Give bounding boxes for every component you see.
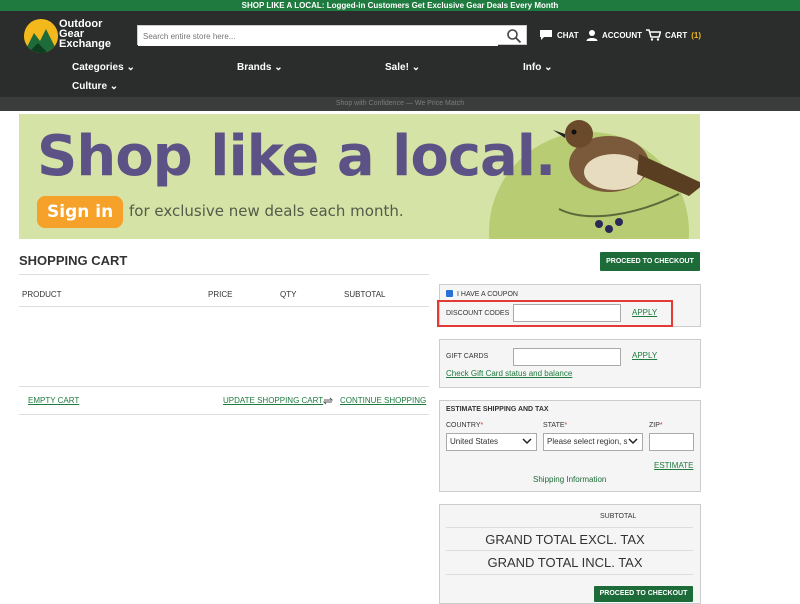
coupon-checkbox[interactable] xyxy=(446,290,453,303)
required-mark: * xyxy=(480,422,484,429)
totals-divider-2 xyxy=(446,550,693,551)
site-header: Outdoor Gear Exchange CHAT ACCOUNT CART xyxy=(0,11,800,97)
column-product: PRODUCT xyxy=(22,290,62,299)
grand-total-excl-tax: GRAND TOTAL EXCL. TAX xyxy=(485,532,645,547)
empty-cart-link[interactable]: EMPTY CART xyxy=(28,396,79,405)
arrows-icon xyxy=(323,397,333,405)
totals-divider-3 xyxy=(446,574,693,575)
table-header-divider xyxy=(19,306,429,307)
promo-banner[interactable]: Shop like a local. Sign in for exclusive… xyxy=(19,114,700,239)
logo[interactable]: Outdoor Gear Exchange xyxy=(24,19,114,59)
gift-card-input[interactable] xyxy=(513,348,621,366)
state-label: STATE* xyxy=(543,422,567,429)
continue-shopping-link[interactable]: CONTINUE SHOPPING xyxy=(340,396,426,405)
cart-label: CART xyxy=(665,30,688,40)
search-icon[interactable] xyxy=(506,28,522,44)
country-select[interactable]: United States xyxy=(446,433,537,451)
gift-cards-label: GIFT CARDS xyxy=(446,353,489,360)
chat-link[interactable]: CHAT xyxy=(539,29,579,41)
state-label-text: STATE xyxy=(543,422,565,429)
nav-culture[interactable]: Culture ⌄ xyxy=(72,81,118,92)
actions-top-divider xyxy=(19,386,429,387)
column-subtotal: SUBTOTAL xyxy=(344,290,386,299)
search-bar xyxy=(137,25,527,46)
chat-label: CHAT xyxy=(557,30,579,40)
actions-bottom-divider xyxy=(19,414,429,415)
required-mark: * xyxy=(564,422,568,429)
column-price: PRICE xyxy=(208,290,233,299)
account-link[interactable]: ACCOUNT xyxy=(586,29,642,41)
chevron-down-icon: ⌄ xyxy=(126,62,135,73)
subtotal-label: SUBTOTAL xyxy=(600,513,637,520)
logo-mountain-icon xyxy=(24,19,58,53)
chevron-down-icon xyxy=(628,436,638,446)
nav-sale-label: Sale! xyxy=(385,62,409,73)
update-cart-link[interactable]: UPDATE SHOPPING CART xyxy=(223,396,323,405)
check-gift-card-link[interactable]: Check Gift Card status and balance xyxy=(446,369,572,378)
cart-link[interactable]: CART (1) xyxy=(646,29,701,41)
cart-count: (1) xyxy=(691,30,701,40)
nav-categories[interactable]: Categories ⌄ xyxy=(72,62,135,73)
sub-banner-bar: Shop with Confidence — We Price Match xyxy=(0,97,800,111)
grand-total-incl-tax: GRAND TOTAL INCL. TAX xyxy=(487,555,643,570)
search-input[interactable] xyxy=(138,27,498,46)
title-divider xyxy=(19,274,429,275)
nav-culture-label: Culture xyxy=(72,81,107,92)
cart-icon xyxy=(646,29,661,41)
chevron-down-icon: ⌄ xyxy=(109,81,119,92)
zip-input[interactable] xyxy=(649,433,694,451)
shipping-information-link[interactable]: Shipping Information xyxy=(533,475,606,484)
shipping-title: ESTIMATE SHIPPING AND TAX xyxy=(446,406,549,413)
state-select[interactable]: Please select region, s xyxy=(543,433,643,451)
page-title: SHOPPING CART xyxy=(19,253,128,268)
banner-title: Shop like a local. xyxy=(37,124,556,189)
nav-info-label: Info xyxy=(523,62,542,73)
zip-label: ZIP* xyxy=(649,422,663,429)
state-select-value: Please select region, s xyxy=(547,437,628,446)
nav-brands[interactable]: Brands ⌄ xyxy=(237,62,283,73)
account-icon xyxy=(586,30,598,41)
country-label-text: COUNTRY xyxy=(446,422,481,429)
promo-bar[interactable]: SHOP LIKE A LOCAL: Logged-in Customers G… xyxy=(0,0,800,11)
totals-divider-1 xyxy=(446,527,693,528)
estimate-link[interactable]: ESTIMATE xyxy=(654,461,693,470)
discount-highlight-box xyxy=(437,300,673,327)
country-select-value: United States xyxy=(450,437,499,446)
sub-banner-text: Shop with Confidence — We Price Match xyxy=(335,100,465,107)
account-label: ACCOUNT xyxy=(602,30,642,40)
chevron-down-icon: ⌄ xyxy=(274,62,283,73)
chevron-down-icon xyxy=(522,438,532,445)
chat-icon xyxy=(540,30,552,40)
column-qty: QTY xyxy=(280,290,297,299)
banner-subtitle: for exclusive new deals each month. xyxy=(129,202,404,220)
apply-gift-card-link[interactable]: APPLY xyxy=(632,351,657,360)
required-mark: * xyxy=(659,422,663,429)
nav-sale[interactable]: Sale! ⌄ xyxy=(385,62,420,73)
country-label: COUNTRY* xyxy=(446,422,483,429)
chevron-down-icon: ⌄ xyxy=(411,62,421,73)
nav-categories-label: Categories xyxy=(72,62,124,73)
chevron-down-icon: ⌄ xyxy=(544,62,553,73)
logo-text: Outdoor Gear Exchange xyxy=(59,19,111,50)
banner-signin-button[interactable]: Sign in xyxy=(37,196,124,228)
coupon-checkbox-label: I HAVE A COUPON xyxy=(457,291,518,298)
logo-line-3: Exchange xyxy=(59,38,111,50)
zip-label-text: ZIP xyxy=(649,422,660,429)
nav-info[interactable]: Info ⌄ xyxy=(523,62,553,73)
nav-brands-label: Brands xyxy=(237,62,272,73)
proceed-to-checkout-button-top[interactable]: PROCEED TO CHECKOUT xyxy=(600,252,700,271)
